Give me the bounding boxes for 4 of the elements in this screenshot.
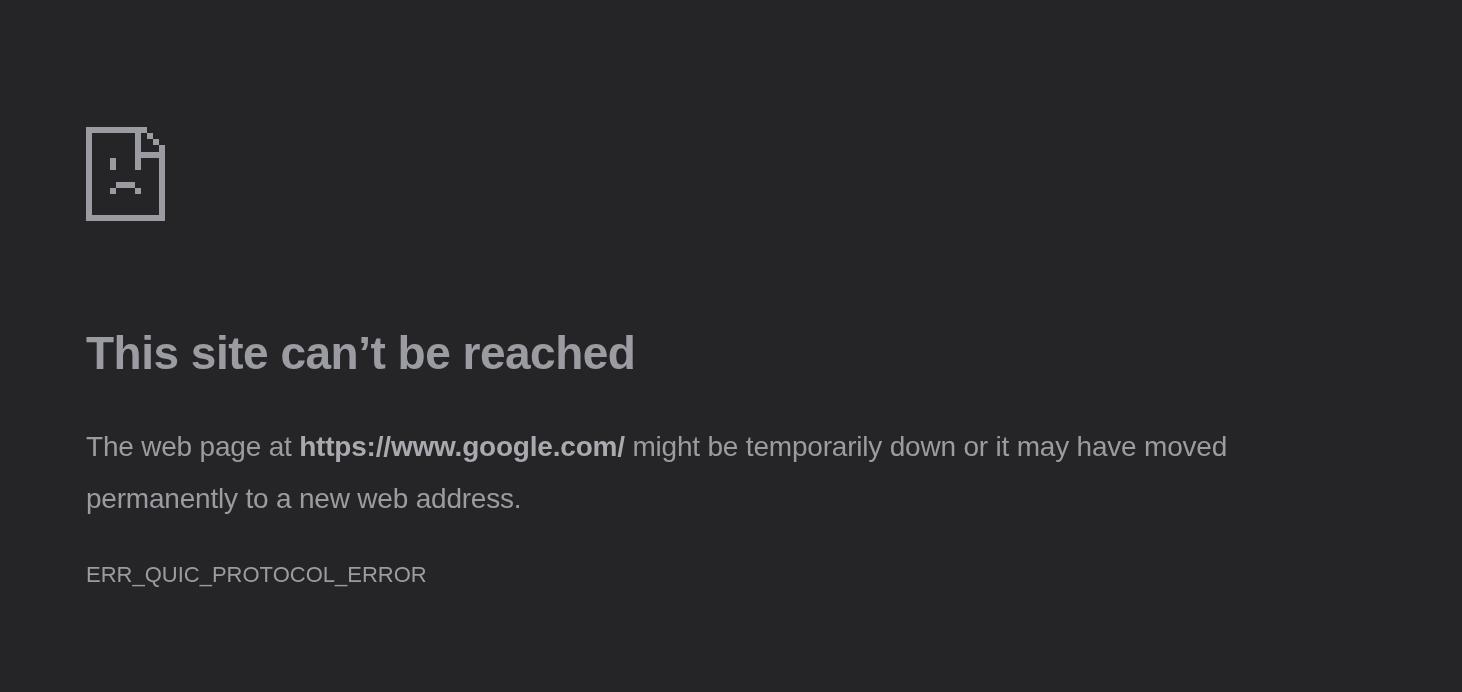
error-message: The web page at https://www.google.com/ might be temporarily down or it may have moved permanently to a new web address. [86,430,1229,516]
error-title: This site can’t be reached [86,326,636,381]
error-code: ERR_QUIC_PROTOCOL_ERROR [86,561,427,589]
sad-page-icon [86,127,165,221]
